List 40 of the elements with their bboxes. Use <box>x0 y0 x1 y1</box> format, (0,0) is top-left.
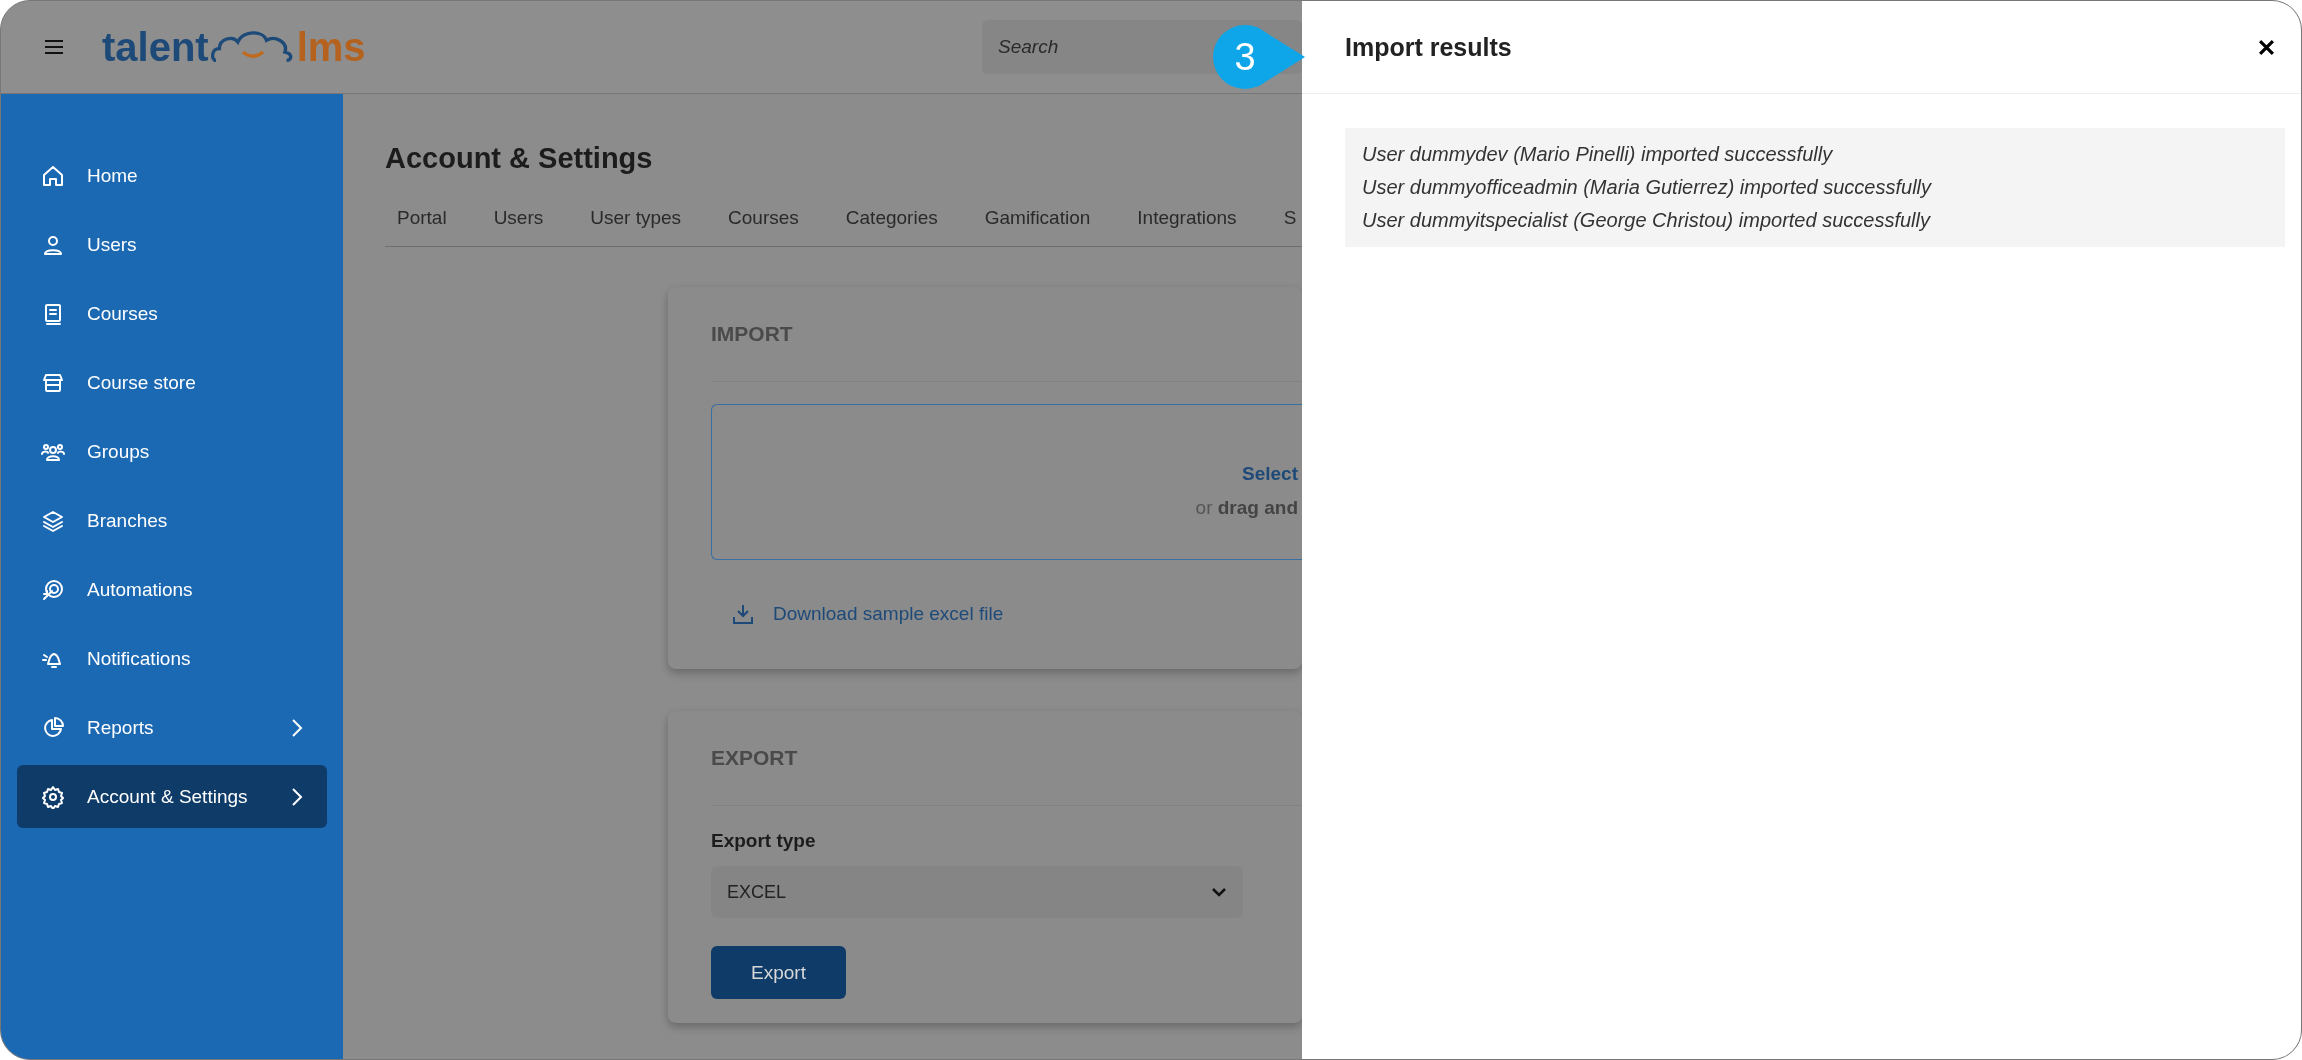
tab[interactable]: Courses <box>728 206 799 229</box>
download-icon <box>731 602 755 626</box>
result-line: User dummyofficeadmin (Maria Gutierrez) imported successfully <box>1362 175 1933 200</box>
cloud-logo-icon <box>210 29 295 65</box>
select-file-link[interactable]: Select <box>1242 463 1298 485</box>
sidebar-item[interactable]: Users <box>17 213 327 276</box>
drawer-title: Import results <box>1345 32 1512 62</box>
sidebar-item[interactable]: Course store <box>17 351 327 414</box>
tab[interactable]: Gamification <box>984 206 1091 229</box>
tab[interactable]: Categories <box>845 206 938 229</box>
sidebar-item[interactable]: Automations <box>17 558 327 621</box>
pie-chart-icon <box>41 715 65 740</box>
result-line: User dummydev (Mario Pinelli) imported successfully <box>1362 142 1834 167</box>
sidebar-item[interactable]: Home <box>17 144 327 207</box>
logo-text: lms <box>296 24 366 70</box>
tab[interactable]: Portal <box>397 206 447 229</box>
result-line: User dummyitspecialist (George Christou) imported successfully <box>1362 208 1932 233</box>
settings-icon <box>41 784 65 809</box>
layers-icon <box>41 508 65 533</box>
home-icon <box>41 163 65 188</box>
close-icon[interactable] <box>2258 38 2275 56</box>
tab[interactable]: Integrations <box>1137 206 1237 229</box>
download-link[interactable]: Download sample excel file <box>773 603 1004 625</box>
automation-icon <box>41 577 65 602</box>
page-title: Account & Settings <box>385 142 654 175</box>
export-button[interactable]: Export <box>711 946 846 999</box>
sidebar-item[interactable]: Account & Settings <box>17 765 327 828</box>
logo-text: talent <box>102 24 209 70</box>
sidebar-item[interactable]: Notifications <box>17 627 327 690</box>
caret-icon <box>1211 887 1227 897</box>
tab[interactable]: User types <box>590 206 682 229</box>
sidebar-item[interactable]: Groups <box>17 420 327 483</box>
tab[interactable]: S <box>1283 206 1297 229</box>
export-type-select[interactable]: EXCEL <box>711 866 1243 918</box>
sidebar-item[interactable]: Courses <box>17 282 327 345</box>
field-label: Export type <box>711 830 817 852</box>
tab[interactable]: Users <box>493 206 544 229</box>
sidebar-item[interactable]: Reports <box>17 696 327 759</box>
menu-icon[interactable] <box>44 39 64 55</box>
sidebar-item[interactable]: Branches <box>17 489 327 552</box>
